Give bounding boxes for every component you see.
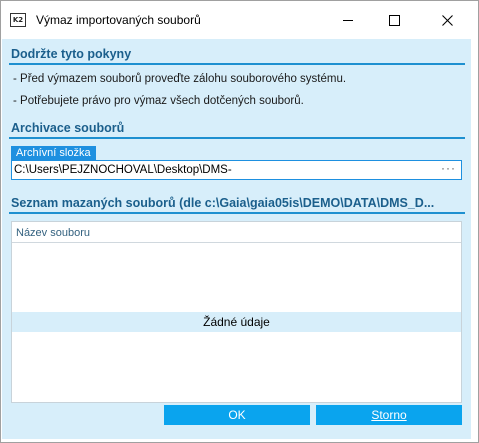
instructions-divider: [9, 63, 465, 65]
archive-heading: Archivace souborů: [11, 121, 125, 135]
dialog-content: Dodržte tyto pokyny - Před výmazem soubo…: [2, 39, 471, 439]
cancel-button-label: Storno: [371, 408, 407, 422]
file-list-heading: Seznam mazaných souborů (dle c:\Gaia\gai…: [11, 196, 435, 210]
maximize-icon: [388, 14, 400, 26]
ok-button[interactable]: OK: [164, 405, 310, 425]
archive-divider: [9, 137, 465, 139]
file-list-grid[interactable]: Název souboru Žádné údaje: [11, 221, 462, 403]
maximize-button[interactable]: [371, 1, 417, 39]
instruction-line-2: - Potřebujete právo pro výmaz všech dotč…: [13, 95, 304, 107]
app-logo-icon: K2: [10, 13, 26, 27]
empty-message: Žádné údaje: [12, 312, 461, 332]
column-header-filename[interactable]: Název souboru: [16, 227, 90, 239]
minimize-icon: [343, 19, 353, 21]
cancel-button[interactable]: Storno: [316, 405, 462, 425]
title-bar[interactable]: K2 Výmaz importovaných souborů: [1, 1, 478, 39]
instructions-heading: Dodržte tyto pokyny: [11, 47, 132, 61]
archive-folder-input[interactable]: C:\Users\PEJZNOCHOVAL\Desktop\DMS- ···: [11, 160, 462, 180]
instruction-line-1: - Před výmazem souborů proveďte zálohu s…: [13, 73, 347, 85]
grid-column-header[interactable]: Název souboru: [12, 222, 461, 243]
dialog-window: K2 Výmaz importovaných souborů Dodržte t…: [0, 0, 479, 443]
window-title: Výmaz importovaných souborů: [36, 13, 201, 27]
browse-button[interactable]: ···: [441, 161, 456, 175]
close-icon: [442, 14, 453, 26]
archive-folder-label: Archívní složka: [11, 146, 96, 160]
archive-folder-value: C:\Users\PEJZNOCHOVAL\Desktop\DMS-: [14, 164, 232, 176]
file-list-divider: [9, 212, 465, 214]
close-button[interactable]: [417, 1, 478, 39]
minimize-button[interactable]: [325, 1, 371, 39]
